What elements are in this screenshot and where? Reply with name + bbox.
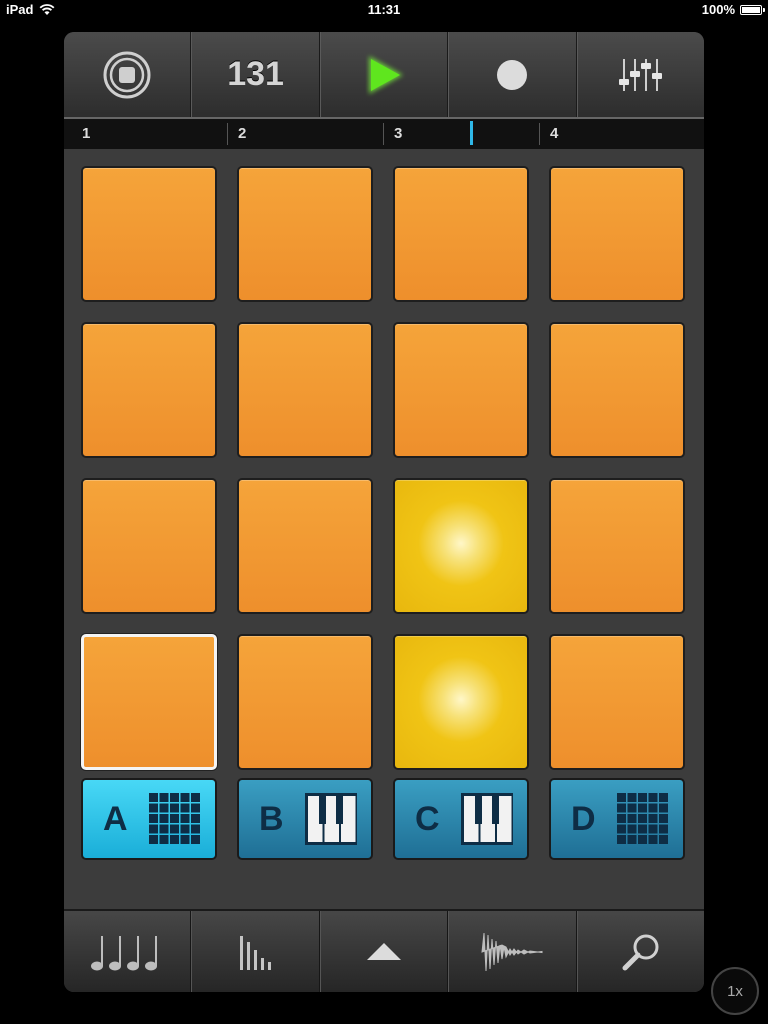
battery-fill (742, 6, 760, 13)
play-button[interactable] (319, 32, 449, 117)
bank-button-b[interactable]: B (237, 778, 373, 860)
drum-pad[interactable] (393, 166, 529, 302)
bank-button-c[interactable]: C (393, 778, 529, 860)
drum-pad[interactable] (549, 478, 685, 614)
drum-pad[interactable] (81, 322, 217, 458)
transport-toolbar: 131 (64, 32, 704, 117)
drum-pad[interactable] (237, 634, 373, 770)
mixer-button[interactable] (576, 32, 704, 117)
sequencer-button[interactable] (64, 911, 192, 992)
bar-divider (227, 123, 228, 145)
expand-button[interactable] (319, 911, 449, 992)
bar-divider (539, 123, 540, 145)
drum-pad[interactable] (237, 478, 373, 614)
status-bar: iPad 11:31 100% (0, 0, 768, 20)
notes-icon (91, 935, 158, 970)
battery-icon (740, 4, 765, 15)
drum-pad[interactable] (393, 634, 529, 770)
drum-pad[interactable] (549, 322, 685, 458)
piano-icon (461, 793, 513, 845)
tempo-button[interactable]: 131 (191, 32, 320, 117)
up-arrow-icon (367, 942, 402, 960)
drum-pad-app: 131 1 2 3 4 A B C D (64, 32, 704, 992)
sample-editor-button[interactable] (448, 911, 577, 992)
status-right: 100% (701, 2, 765, 17)
bank-button-d[interactable]: D (549, 778, 685, 860)
battery-percent: 100% (701, 2, 735, 17)
drum-pad[interactable] (81, 166, 217, 302)
pad-grid: A B C D (64, 149, 704, 909)
browser-button[interactable] (576, 911, 704, 992)
play-icon (369, 55, 404, 94)
bar-marker-4: 4 (550, 125, 559, 142)
stop-icon (103, 51, 151, 98)
drum-pad[interactable] (237, 322, 373, 458)
record-button[interactable] (448, 32, 577, 117)
bank-letter: C (415, 799, 440, 838)
grid-icon (149, 793, 200, 844)
tempo-value: 131 (227, 55, 284, 93)
levels-button[interactable] (191, 911, 320, 992)
search-icon (622, 934, 659, 970)
bank-letter: D (571, 799, 596, 838)
bar-marker-1: 1 (82, 125, 91, 142)
grid-icon (617, 793, 668, 844)
bar-marker-3: 3 (394, 125, 403, 142)
stop-button[interactable] (64, 32, 192, 117)
waveform-icon (481, 932, 543, 971)
bar-divider (383, 123, 384, 145)
mixer-icon (618, 58, 662, 91)
drum-pad[interactable] (549, 166, 685, 302)
zoom-button[interactable]: 1x (711, 967, 759, 1015)
bar-timeline[interactable]: 1 2 3 4 (64, 117, 704, 149)
levels-icon (239, 935, 271, 970)
bottom-toolbar (64, 909, 704, 992)
bank-letter: A (103, 799, 128, 838)
drum-pad[interactable] (393, 478, 529, 614)
piano-icon (305, 793, 357, 845)
drum-pad[interactable] (393, 322, 529, 458)
bar-marker-2: 2 (238, 125, 247, 142)
playhead-cursor (469, 121, 473, 145)
drum-pad[interactable] (237, 166, 373, 302)
bank-letter: B (259, 799, 284, 838)
drum-pad[interactable] (81, 478, 217, 614)
drum-pad[interactable] (81, 634, 217, 770)
drum-pad[interactable] (549, 634, 685, 770)
clock: 11:31 (367, 2, 401, 17)
record-icon (497, 59, 528, 90)
bank-button-a[interactable]: A (81, 778, 217, 860)
